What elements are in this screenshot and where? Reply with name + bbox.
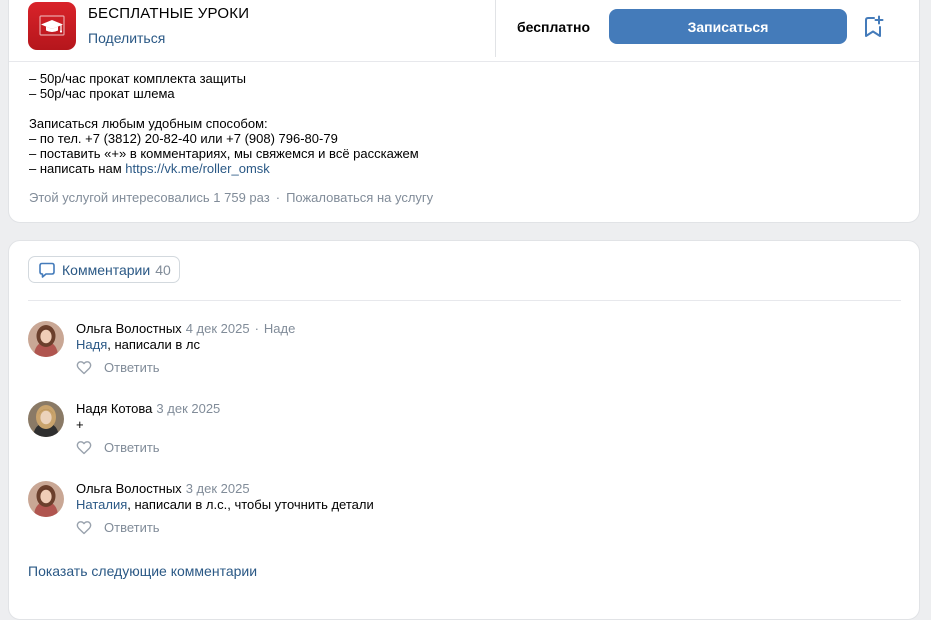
service-title: БЕСПЛАТНЫЕ УРОКИ [88,5,250,22]
comment-header: Надя Котова 3 дек 2025 [76,401,220,416]
service-description: – 50р/час прокат комплекта защиты – 50р/… [29,71,909,176]
comment-actions: Ответить [76,360,160,375]
description-line: – 50р/час прокат шлема [29,86,175,101]
comment-author[interactable]: Надя Котова [76,401,152,416]
comment-item: Ольга Волостных 3 дек 2025 Наталия, напис… [28,481,901,553]
reply-button[interactable]: Ответить [104,360,160,375]
comment-date[interactable]: 4 дек 2025 [186,321,250,336]
comment-header: Ольга Волостных 4 дек 2025 · Наде [76,321,295,336]
comment-separator: · [254,321,259,336]
bookmark-add-button[interactable] [863,15,885,39]
comments-divider [28,300,901,301]
comment-actions: Ответить [76,520,160,535]
meta-separator: · [275,190,281,205]
description-line: Записаться любым удобным способом: [29,116,268,131]
show-more-comments-link[interactable]: Показать следующие комментарии [28,563,257,579]
reply-button[interactable]: Ответить [104,440,160,455]
header-divider [495,0,496,57]
avatar[interactable] [28,321,64,357]
comment-body: , написали в л.с., чтобы уточнить детали [127,497,374,512]
comment-text: Наталия, написали в л.с., чтобы уточнить… [76,497,374,512]
reply-button[interactable]: Ответить [104,520,160,535]
comment-author[interactable]: Ольга Волостных [76,481,182,496]
comment-item: Ольга Волостных 4 дек 2025 · Наде Надя, нап… [28,321,901,393]
comment-body: + [76,417,84,432]
comment-text: Надя, написали в лс [76,337,200,352]
comment-date[interactable]: 3 дек 2025 [156,401,220,416]
comment-mention[interactable]: Надя [76,337,107,352]
bookmark-add-icon [865,15,884,37]
description-line-contact: – написать нам https://vk.me/roller_omsk [29,161,909,176]
description-line: – поставить «+» в комментариях, мы свяже… [29,146,419,161]
comment-reply-to[interactable]: Наде [264,321,295,336]
description-line: – по тел. +7 (3812) 20-82-40 или +7 (908… [29,131,338,146]
comment-text: + [76,417,84,432]
comment-author[interactable]: Ольга Волостных [76,321,182,336]
comment-actions: Ответить [76,440,160,455]
description-line: – 50р/час прокат комплекта защиты [29,71,247,86]
comment-mention[interactable]: Наталия [76,497,127,512]
service-header: БЕСПЛАТНЫЕ УРОКИ Поделиться бесплатно За… [9,0,919,62]
comments-tab[interactable]: Комментарии 40 [28,256,180,283]
description-blank-line [29,101,909,116]
heart-icon[interactable] [76,520,92,535]
comment-date[interactable]: 3 дек 2025 [186,481,250,496]
comments-tab-label: Комментарии [62,261,151,278]
share-link[interactable]: Поделиться [88,30,165,46]
comment-bubble-icon [39,262,55,278]
service-card: БЕСПЛАТНЫЕ УРОКИ Поделиться бесплатно За… [8,0,920,223]
comment-body: , написали в лс [107,337,200,352]
heart-icon[interactable] [76,360,92,375]
avatar[interactable] [28,481,64,517]
service-logo[interactable] [28,2,76,50]
comment-item: Надя Котова 3 дек 2025 + Ответить [28,401,901,473]
signup-button[interactable]: Записаться [609,9,847,44]
graduation-cap-icon [39,15,65,36]
description-line-prefix: – написать нам [29,161,126,176]
heart-icon[interactable] [76,440,92,455]
comments-card: Комментарии 40 Ольга Волостных 4 дек 2025… [8,240,920,620]
comments-count: 40 [155,261,171,278]
avatar[interactable] [28,401,64,437]
interest-counter: Этой услугой интересовались 1 759 раз [29,190,270,205]
service-price: бесплатно [517,19,591,35]
report-service-link[interactable]: Пожаловаться на услугу [286,190,433,205]
signup-button-label: Записаться [687,18,769,35]
service-meta: Этой услугой интересовались 1 759 раз · По… [29,190,433,205]
vk-message-link[interactable]: https://vk.me/roller_omsk [125,161,270,176]
comment-header: Ольга Волостных 3 дек 2025 [76,481,250,496]
